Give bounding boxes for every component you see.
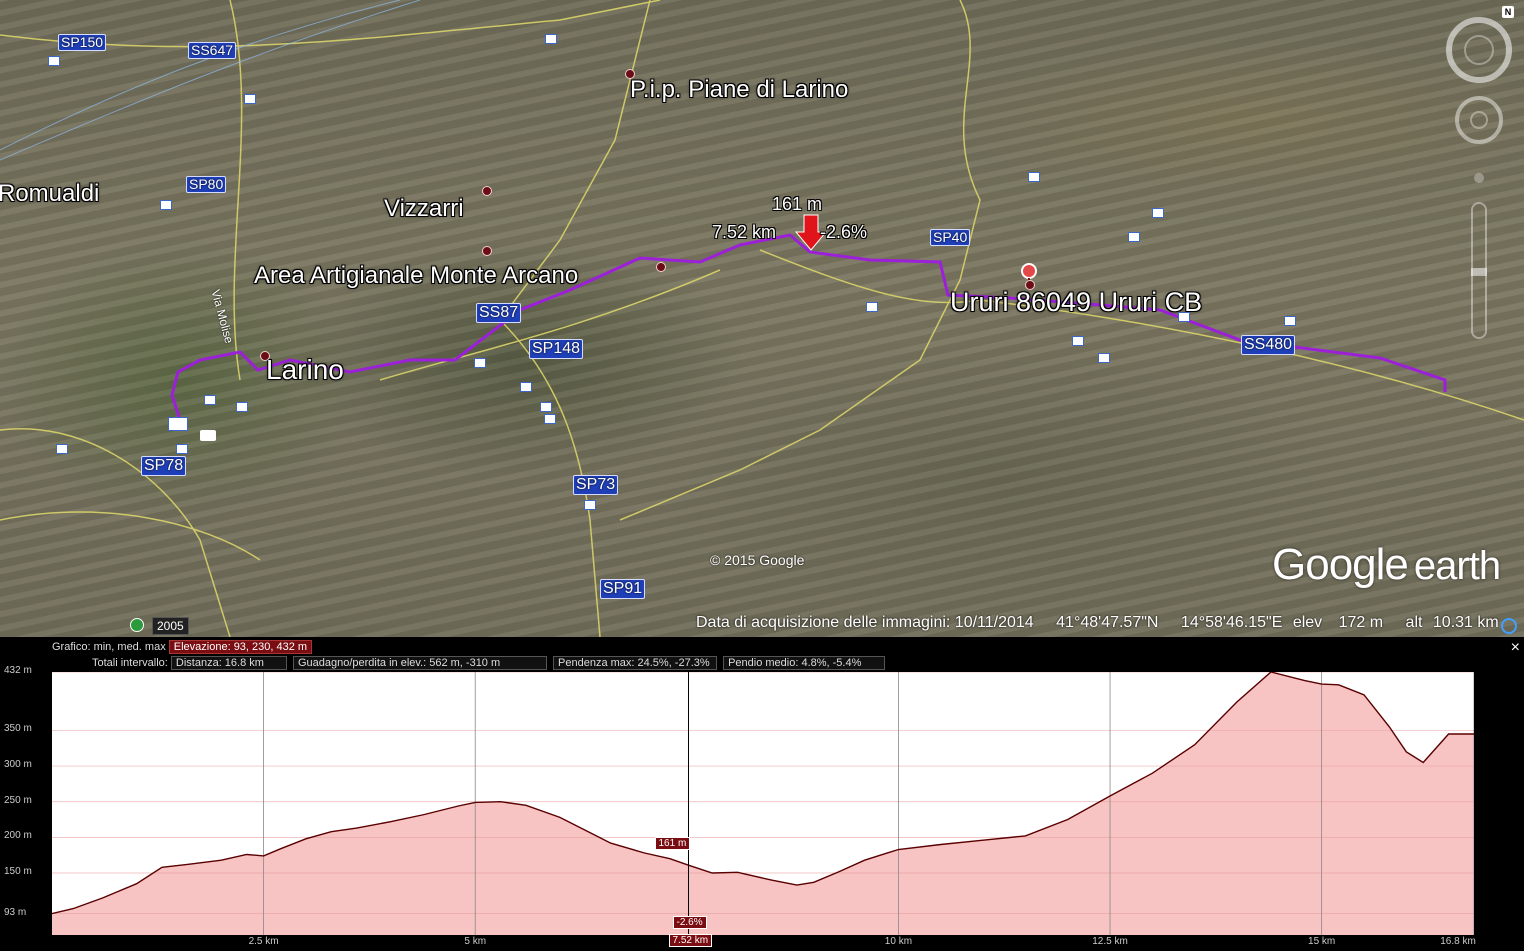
y-tick-label: 432 m [4, 665, 32, 676]
longitude: 14°58'46.15"E [1180, 614, 1283, 631]
place-label-pip[interactable]: P.i.p. Piane di Larino [630, 76, 848, 104]
place-label-larino[interactable]: Larino [266, 354, 344, 386]
place-dot-pip[interactable] [625, 69, 635, 79]
cursor-distance-label: 7.52 km [668, 934, 713, 947]
slope-average: Pendio medio: 4.8%, -5.4% [723, 656, 886, 670]
poi-icon[interactable] [1284, 316, 1296, 326]
camera-icon[interactable] [200, 430, 216, 441]
graph-label: Grafico: min, med. max [52, 641, 166, 653]
road-shield-sp80[interactable]: SP80 [186, 176, 227, 193]
y-tick-label: 150 m [4, 865, 32, 877]
navigation-controls[interactable]: N [1444, 6, 1514, 348]
y-tick-label: 200 m [4, 830, 32, 842]
gain-loss-total: Guadagno/perdita in elev.: 562 m, -310 m [292, 656, 547, 670]
road-shield-ss87[interactable]: SS87 [476, 303, 522, 323]
poi-icon[interactable] [866, 302, 878, 312]
latitude: 41°48'47.57"N [1056, 614, 1159, 631]
poi-icon[interactable] [1178, 312, 1190, 322]
x-tick-label: 10 km [884, 936, 913, 947]
y-tick-label: 350 m [4, 723, 32, 735]
poi-icon[interactable] [1128, 232, 1140, 242]
logo-earth-text: earth [1413, 544, 1501, 588]
road-shield-sp148[interactable]: SP148 [529, 339, 584, 359]
cursor-slope-label: -2.6% [672, 916, 707, 929]
elev-label: elev [1292, 614, 1323, 631]
place-dot-area-artigianale-2[interactable] [656, 262, 666, 272]
map-cursor-distance: 7.52 km [712, 222, 777, 242]
place-dot-larino[interactable] [260, 351, 270, 361]
elevation-range: Elevazione: 93, 230, 432 m [168, 640, 313, 654]
road-shield-sp91[interactable]: SP91 [600, 579, 646, 599]
poi-icon[interactable] [544, 414, 556, 424]
elevation-area [52, 672, 1474, 935]
poi-icon[interactable] [540, 402, 552, 412]
profile-summary-row2: Totali intervallo: Distanza: 16.8 km Gua… [92, 656, 888, 670]
x-tick-label: 2.5 km [248, 936, 279, 947]
place-dot-area-artigianale-1[interactable] [482, 246, 492, 256]
poi-icon[interactable] [204, 395, 216, 405]
poi-icon[interactable] [520, 382, 532, 392]
earth-map-view[interactable]: P.i.p. Piane di Larino Romualdi Vizzarri… [0, 0, 1524, 637]
poi-icon[interactable] [1072, 336, 1084, 346]
imagery-year-badge[interactable]: 2005 [152, 617, 189, 635]
place-label-ururi[interactable]: Ururi 86049 Ururi CB [950, 287, 1202, 318]
poi-icon[interactable] [545, 34, 557, 44]
x-tick-label: 15 km [1308, 936, 1336, 947]
alt-value: 10.31 km [1432, 614, 1499, 631]
road-shield-sp78[interactable]: SP78 [141, 456, 187, 476]
x-tick-label: 16.8 km [1440, 936, 1476, 947]
historical-imagery-clock-icon[interactable] [130, 618, 144, 632]
logo-google-text: Google [1272, 540, 1409, 589]
poi-icon[interactable] [1152, 208, 1164, 218]
y-tick-label: 93 m [4, 906, 27, 918]
poi-icon[interactable] [1098, 353, 1110, 363]
place-label-romualdi[interactable]: Romualdi [0, 180, 99, 208]
close-profile-icon[interactable]: × [1511, 639, 1520, 657]
river-lines [0, 0, 421, 161]
totals-label: Totali intervallo: [92, 657, 168, 669]
elev-value: 172 m [1338, 614, 1384, 631]
road-shield-sp40[interactable]: SP40 [930, 229, 971, 246]
y-tick-label: 300 m [4, 759, 32, 771]
road-shield-ss647[interactable]: SS647 [188, 42, 237, 59]
place-dot-ururi[interactable] [1025, 280, 1035, 290]
place-label-vizzarri[interactable]: Vizzarri [384, 195, 464, 223]
place-dot-vizzarri[interactable] [482, 186, 492, 196]
place-label-area-artigianale[interactable]: Area Artigianale Monte Arcano [254, 262, 578, 290]
road-shield-sp73[interactable]: SP73 [573, 475, 619, 495]
poi-icon[interactable] [160, 200, 172, 210]
elevation-profile-panel: Grafico: min, med. max Elevazione: 93, 2… [0, 637, 1524, 951]
slope-max: Pendenza max: 24.5%, -27.3% [553, 656, 718, 670]
status-bar: Data di acquisizione delle immagini: 10/… [696, 614, 1503, 632]
google-earth-logo: Google earth [1272, 540, 1501, 590]
poi-icon[interactable] [474, 358, 486, 368]
streaming-indicator-icon [1501, 618, 1517, 634]
map-cursor-slope: -2.6% [820, 222, 868, 242]
x-tick-label: 5 km [464, 936, 487, 947]
poi-icon[interactable] [236, 402, 248, 412]
copyright-text: © 2015 Google [710, 552, 805, 568]
road-shield-sp150[interactable]: SP150 [58, 34, 107, 51]
compass-north-icon[interactable]: N [1502, 6, 1514, 18]
road-shield-ss480[interactable]: SS480 [1241, 335, 1296, 355]
alt-label: alt [1405, 614, 1423, 631]
cursor-elevation-label: 161 m [654, 837, 691, 851]
poi-icon[interactable] [56, 444, 68, 454]
map-cursor-elevation: 161 m [772, 194, 823, 214]
distance-total: Distanza: 16.8 km [170, 656, 287, 670]
x-tick-label: 12.5 km [1092, 936, 1128, 947]
profile-summary-row1: Grafico: min, med. max Elevazione: 93, 2… [52, 640, 315, 654]
y-tick-label: 250 m [4, 794, 32, 806]
poi-icon[interactable] [584, 500, 596, 510]
poi-icon[interactable] [1028, 172, 1040, 182]
poi-icon[interactable] [176, 444, 188, 454]
acquisition-date: Data di acquisizione delle immagini: 10/… [696, 614, 1034, 631]
nav-controls-graphic [1446, 17, 1512, 339]
poi-icon[interactable] [244, 94, 256, 104]
poi-icon[interactable] [48, 56, 60, 66]
elevation-chart-svg [51, 671, 1475, 935]
photo-icon[interactable] [168, 417, 188, 431]
elevation-chart[interactable] [51, 671, 1475, 935]
